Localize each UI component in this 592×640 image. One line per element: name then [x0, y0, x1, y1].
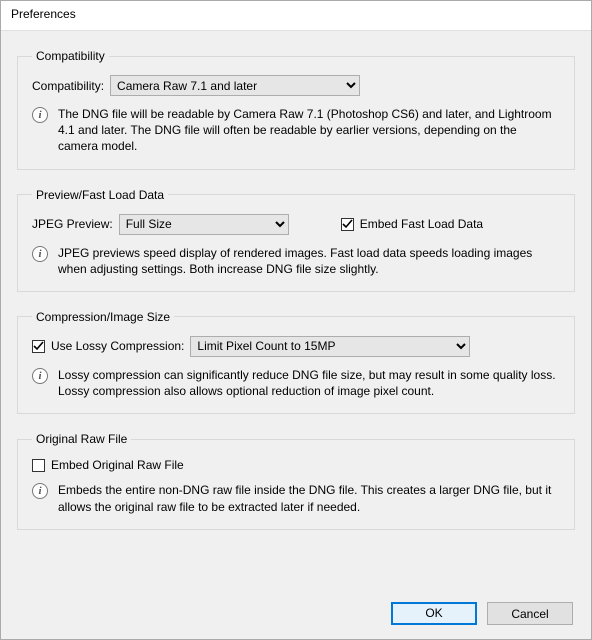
window-title: Preferences: [11, 7, 76, 21]
dialog-buttons: OK Cancel: [391, 602, 573, 625]
cancel-button[interactable]: Cancel: [487, 602, 573, 625]
content-area: Compatibility Compatibility: Camera Raw …: [1, 31, 591, 530]
group-compatibility-legend: Compatibility: [32, 49, 109, 63]
jpeg-preview-select[interactable]: Full Size: [119, 214, 289, 235]
preferences-window: Preferences Compatibility Compatibility:…: [0, 0, 592, 640]
group-preview-legend: Preview/Fast Load Data: [32, 188, 168, 202]
checkmark-icon: [342, 219, 353, 230]
use-lossy-checkbox[interactable]: Use Lossy Compression:: [32, 339, 184, 353]
embed-fast-load-label: Embed Fast Load Data: [360, 217, 483, 231]
group-original: Original Raw File Embed Original Raw Fil…: [17, 432, 575, 529]
checkbox-box: [32, 340, 45, 353]
group-original-legend: Original Raw File: [32, 432, 131, 446]
titlebar: Preferences: [1, 1, 591, 31]
info-icon: i: [32, 246, 48, 262]
checkbox-box: [32, 459, 45, 472]
checkmark-icon: [33, 341, 44, 352]
compatibility-select[interactable]: Camera Raw 7.1 and later: [110, 75, 360, 96]
info-icon: i: [32, 483, 48, 499]
compatibility-info: The DNG file will be readable by Camera …: [58, 106, 560, 155]
compatibility-label: Compatibility:: [32, 79, 104, 93]
compression-info: Lossy compression can significantly redu…: [58, 367, 560, 399]
embed-fast-load-checkbox[interactable]: Embed Fast Load Data: [341, 217, 483, 231]
lossy-limit-select[interactable]: Limit Pixel Count to 15MP: [190, 336, 470, 357]
group-compression-legend: Compression/Image Size: [32, 310, 174, 324]
use-lossy-label: Use Lossy Compression:: [51, 339, 184, 353]
info-icon: i: [32, 107, 48, 123]
checkbox-box: [341, 218, 354, 231]
group-compatibility: Compatibility Compatibility: Camera Raw …: [17, 49, 575, 170]
embed-original-label: Embed Original Raw File: [51, 458, 184, 472]
embed-original-checkbox[interactable]: Embed Original Raw File: [32, 458, 184, 472]
group-preview: Preview/Fast Load Data JPEG Preview: Ful…: [17, 188, 575, 292]
ok-button[interactable]: OK: [391, 602, 477, 625]
preview-info: JPEG previews speed display of rendered …: [58, 245, 560, 277]
original-info: Embeds the entire non-DNG raw file insid…: [58, 482, 560, 514]
info-icon: i: [32, 368, 48, 384]
group-compression: Compression/Image Size Use Lossy Compres…: [17, 310, 575, 414]
jpeg-preview-label: JPEG Preview:: [32, 217, 113, 231]
